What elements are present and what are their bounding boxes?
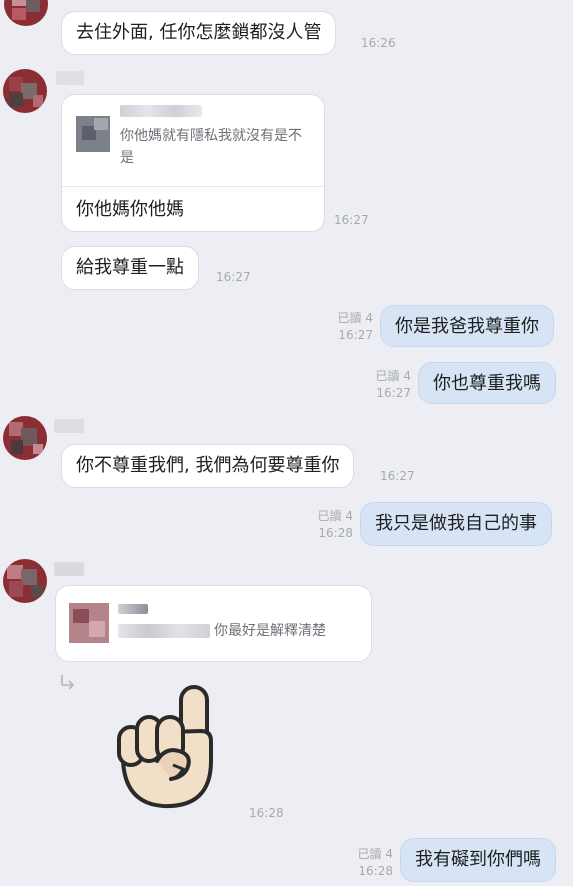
avatar[interactable] — [4, 0, 48, 26]
message-text: 我只是做我自己的事 — [375, 513, 537, 534]
message-text: 我有礙到你們嗎 — [415, 849, 541, 870]
read-receipt: 已讀 4 — [357, 847, 393, 861]
message-time: 16:27 — [334, 213, 369, 227]
quoted-sender-name — [118, 604, 148, 614]
quoted-text: 你他媽就有隱私我就沒有是不是 — [120, 128, 302, 166]
message-text: 你也尊重我嗎 — [433, 373, 541, 394]
sender-name — [54, 419, 84, 433]
message-bubble[interactable]: 我有礙到你們嗎 — [400, 838, 556, 882]
quote-divider — [62, 186, 324, 187]
message-time: 16:28 — [249, 806, 284, 820]
message-text: 你他媽你他媽 — [76, 199, 184, 220]
sender-name — [56, 71, 84, 85]
read-receipt: 已讀 4 — [317, 509, 353, 523]
reply-message-bubble[interactable]: 你他媽就有隱私我就沒有是不是 你他媽你他媽 — [61, 94, 325, 232]
message-bubble[interactable]: 去住外面, 任你怎麼鎖都沒人管 — [61, 11, 337, 55]
message-text: 給我尊重一點 — [76, 257, 184, 278]
message-bubble[interactable]: 你也尊重我嗎 — [418, 362, 556, 404]
quoted-sender-name — [120, 105, 202, 117]
message-time: 16:26 — [361, 36, 396, 50]
quoted-avatar — [76, 116, 110, 152]
read-receipt: 已讀 4 — [337, 311, 373, 325]
message-text: 你不尊重我們, 我們為何要尊重你 — [76, 455, 340, 476]
message-bubble[interactable]: 我只是做我自己的事 — [360, 502, 552, 546]
avatar[interactable] — [3, 559, 47, 603]
message-text: 去住外面, 任你怎麼鎖都沒人管 — [76, 22, 322, 43]
message-bubble[interactable]: 你是我爸我尊重你 — [380, 305, 554, 347]
quoted-sender-id — [118, 624, 210, 638]
sender-name — [54, 562, 84, 576]
reply-arrow-icon[interactable] — [58, 673, 78, 693]
quoted-avatar — [69, 603, 109, 643]
message-time: 16:27 — [376, 386, 411, 400]
avatar[interactable] — [3, 69, 47, 113]
quoted-message-card[interactable]: 你最好是解釋清楚 — [55, 585, 372, 662]
message-time: 16:28 — [358, 864, 393, 878]
pointing-up-hand-sticker[interactable] — [113, 683, 219, 811]
message-bubble[interactable]: 給我尊重一點 — [61, 246, 199, 290]
message-time: 16:27 — [216, 270, 251, 284]
quoted-text: 你最好是解釋清楚 — [214, 623, 326, 639]
avatar[interactable] — [3, 416, 47, 460]
read-receipt: 已讀 4 — [375, 369, 411, 383]
message-time: 16:27 — [338, 328, 373, 342]
message-bubble[interactable]: 你不尊重我們, 我們為何要尊重你 — [61, 444, 355, 488]
message-time: 16:28 — [318, 526, 353, 540]
message-text: 你是我爸我尊重你 — [395, 316, 539, 337]
message-time: 16:27 — [380, 469, 415, 483]
